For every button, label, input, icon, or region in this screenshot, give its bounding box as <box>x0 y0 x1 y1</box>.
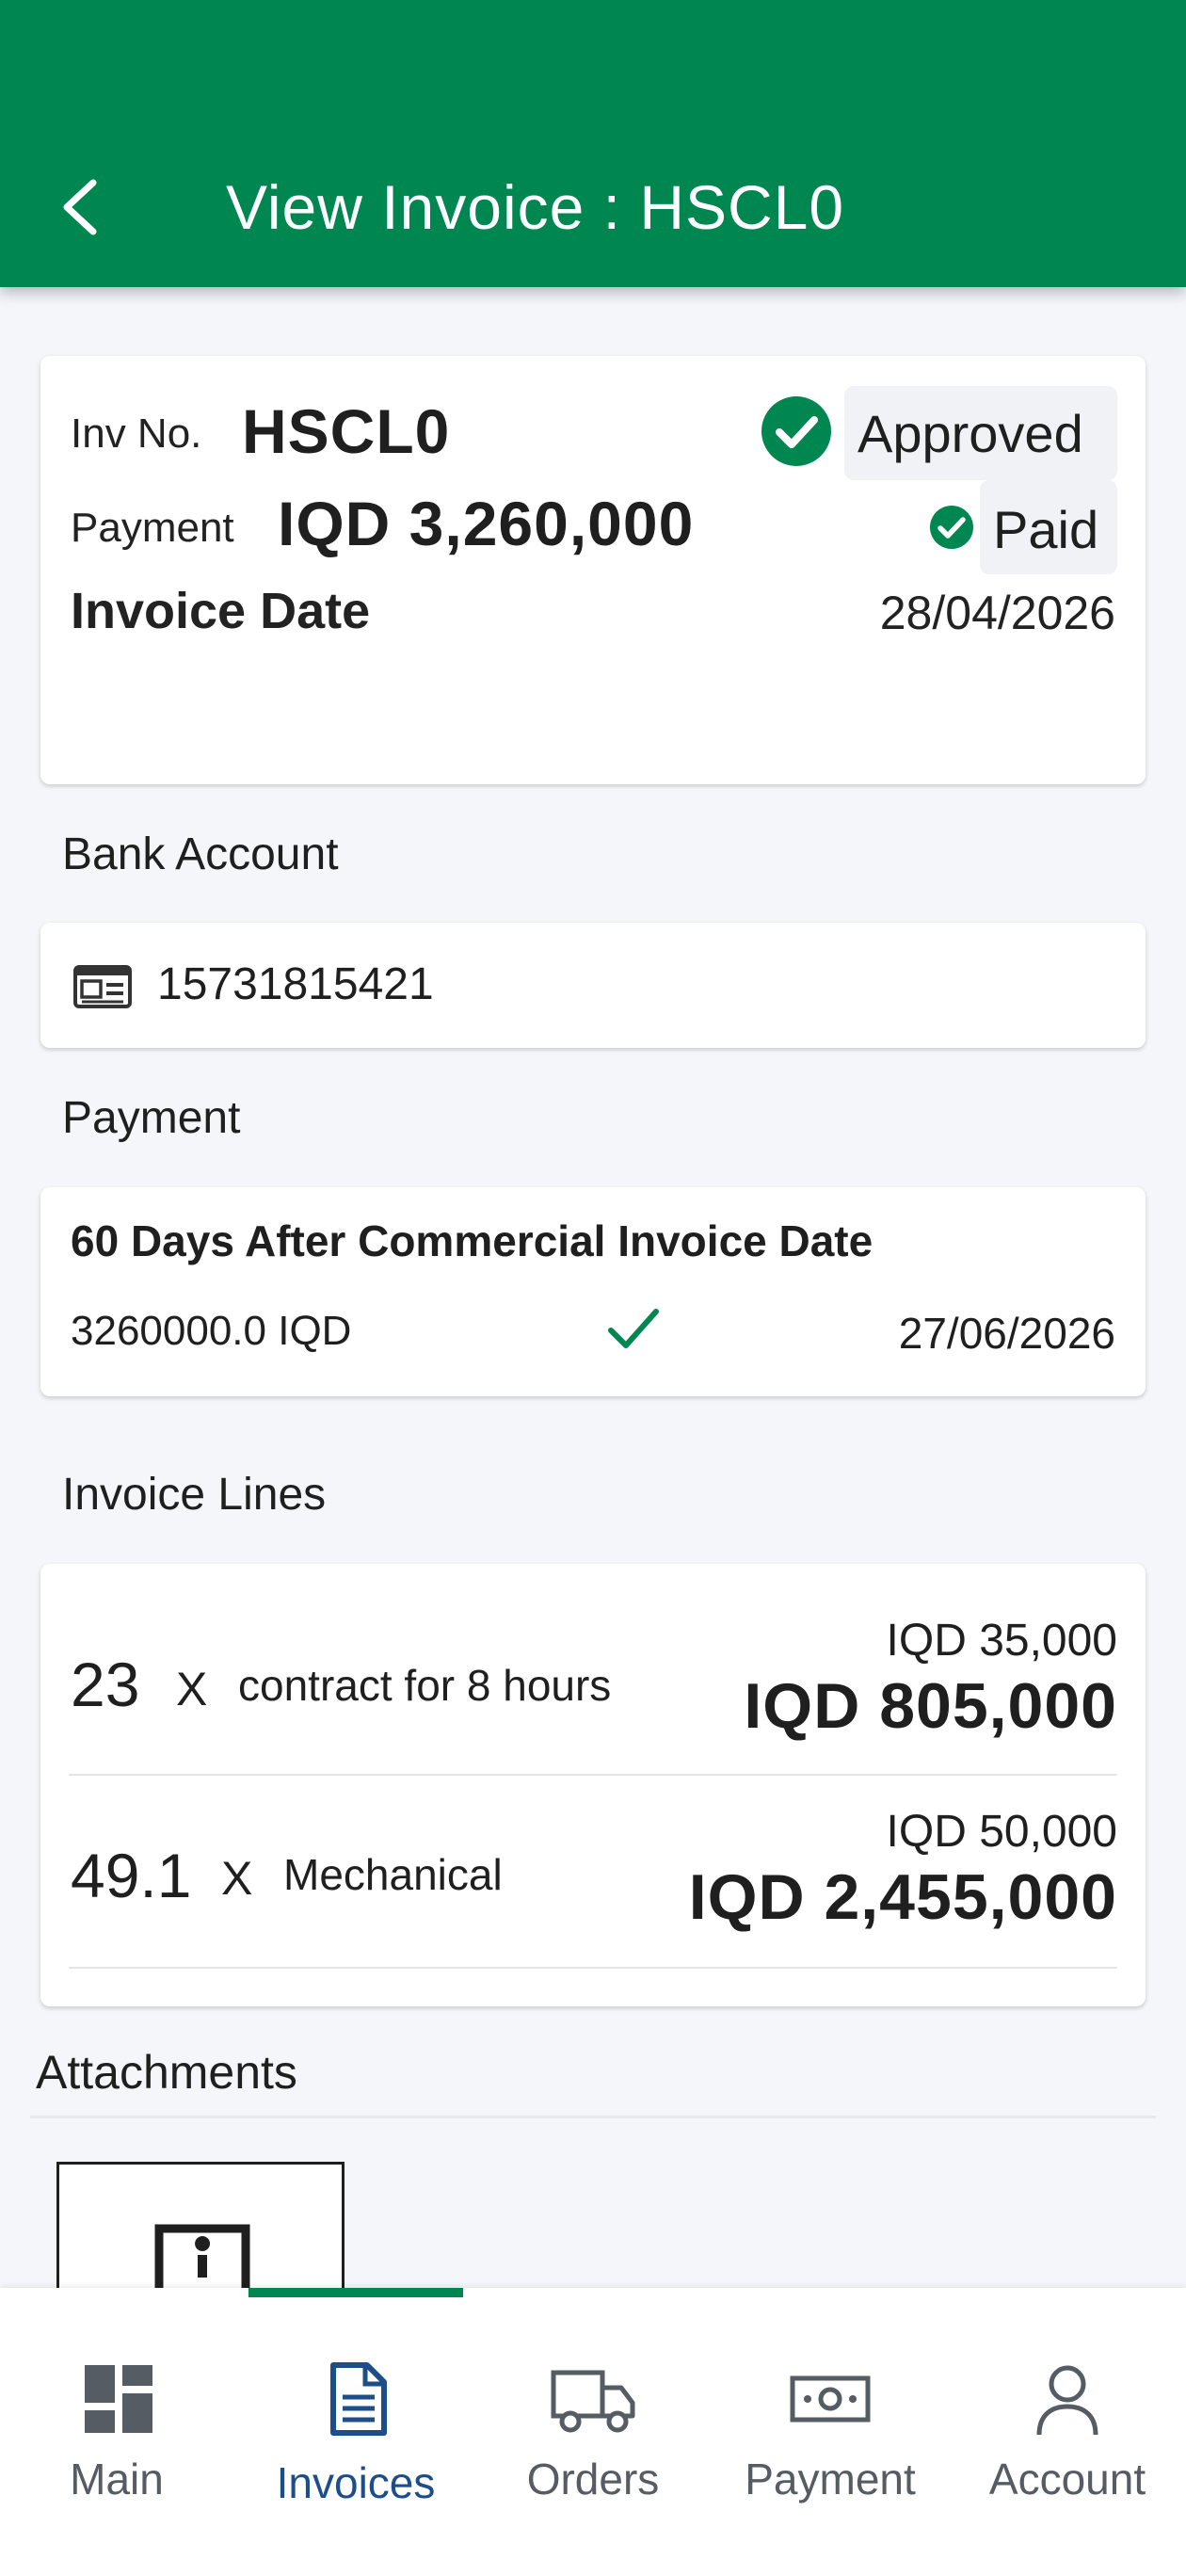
payment-label: Payment <box>71 505 234 551</box>
check-circle-icon <box>761 396 831 466</box>
payment-due-date: 27/06/2026 <box>898 1309 1115 1358</box>
nav-item-account[interactable]: Account <box>949 2288 1186 2504</box>
nav-item-payment[interactable]: Payment <box>712 2288 949 2504</box>
invoice-number-label: Inv No. <box>71 411 202 457</box>
invoice-lines-card: 23 X contract for 8 hours IQD 35,000 IQD… <box>40 1564 1146 2006</box>
nav-label: Account <box>988 2455 1146 2504</box>
document-icon <box>330 2362 387 2436</box>
nav-item-invoices[interactable]: Invoices <box>237 2288 474 2507</box>
line-quantity: 23 <box>71 1650 140 1719</box>
paid-status-text: Paid <box>993 500 1099 559</box>
bank-account-heading: Bank Account <box>62 829 339 879</box>
payment-terms-card: 60 Days After Commercial Invoice Date 32… <box>40 1187 1146 1396</box>
approved-status-text: Approved <box>857 404 1083 463</box>
line-multiplier: X <box>221 1852 253 1905</box>
line-quantity: 49.1 <box>71 1841 192 1910</box>
checkmark-icon <box>608 1309 659 1348</box>
nav-item-main[interactable]: Main <box>0 2288 237 2504</box>
bank-account-number: 15731815421 <box>157 959 434 1009</box>
line-total: IQD 805,000 <box>744 1670 1117 1742</box>
attachment-thumbnail[interactable] <box>56 2162 345 2288</box>
back-button[interactable] <box>52 169 108 245</box>
payment-term: 60 Days After Commercial Invoice Date <box>71 1216 873 1265</box>
file-icon <box>154 2224 250 2288</box>
bank-account-card: 15731815421 <box>40 923 1146 1048</box>
attachments-divider <box>30 2116 1156 2118</box>
nav-label: Orders <box>526 2455 660 2504</box>
id-card-icon <box>73 965 132 1008</box>
bottom-navigation: Main Invoices Orders Payment Account <box>0 2288 1186 2576</box>
attachments-heading: Attachments <box>36 2046 297 2099</box>
line-total: IQD 2,455,000 <box>688 1861 1117 1933</box>
line-multiplier: X <box>176 1663 208 1715</box>
payment-heading: Payment <box>62 1093 241 1143</box>
nav-label: Main <box>70 2455 164 2504</box>
line-unit-price: IQD 50,000 <box>886 1807 1117 1857</box>
invoice-date-label: Invoice Date <box>71 583 371 639</box>
nav-item-orders[interactable]: Orders <box>474 2288 712 2504</box>
line-description: contract for 8 hours <box>238 1661 612 1710</box>
app-header: View Invoice : HSCL0 <box>0 0 1186 287</box>
invoice-line-row: 49.1 X Mechanical IQD 50,000 IQD 2,455,0… <box>69 1776 1117 1969</box>
invoice-summary-card: Inv No. HSCL0 Approved Payment IQD 3,260… <box>40 356 1146 784</box>
page-title: View Invoice : HSCL0 <box>226 172 845 242</box>
invoice-lines-heading: Invoice Lines <box>62 1470 327 1520</box>
truck-icon <box>551 2370 635 2433</box>
payment-term-amount: 3260000.0 IQD <box>71 1308 352 1354</box>
nav-label: Payment <box>745 2455 916 2504</box>
check-circle-icon <box>930 506 973 549</box>
person-icon <box>1036 2365 1098 2436</box>
chevron-left-icon <box>63 179 97 235</box>
dashboard-icon <box>85 2365 152 2433</box>
invoice-date-value: 28/04/2026 <box>879 587 1115 639</box>
banknote-icon <box>790 2375 871 2423</box>
invoice-line-row: 23 X contract for 8 hours IQD 35,000 IQD… <box>69 1583 1117 1776</box>
payment-amount: IQD 3,260,000 <box>278 489 695 558</box>
nav-label: Invoices <box>276 2458 436 2507</box>
invoice-number: HSCL0 <box>242 396 451 466</box>
line-description: Mechanical <box>283 1850 503 1899</box>
line-unit-price: IQD 35,000 <box>886 1616 1117 1666</box>
